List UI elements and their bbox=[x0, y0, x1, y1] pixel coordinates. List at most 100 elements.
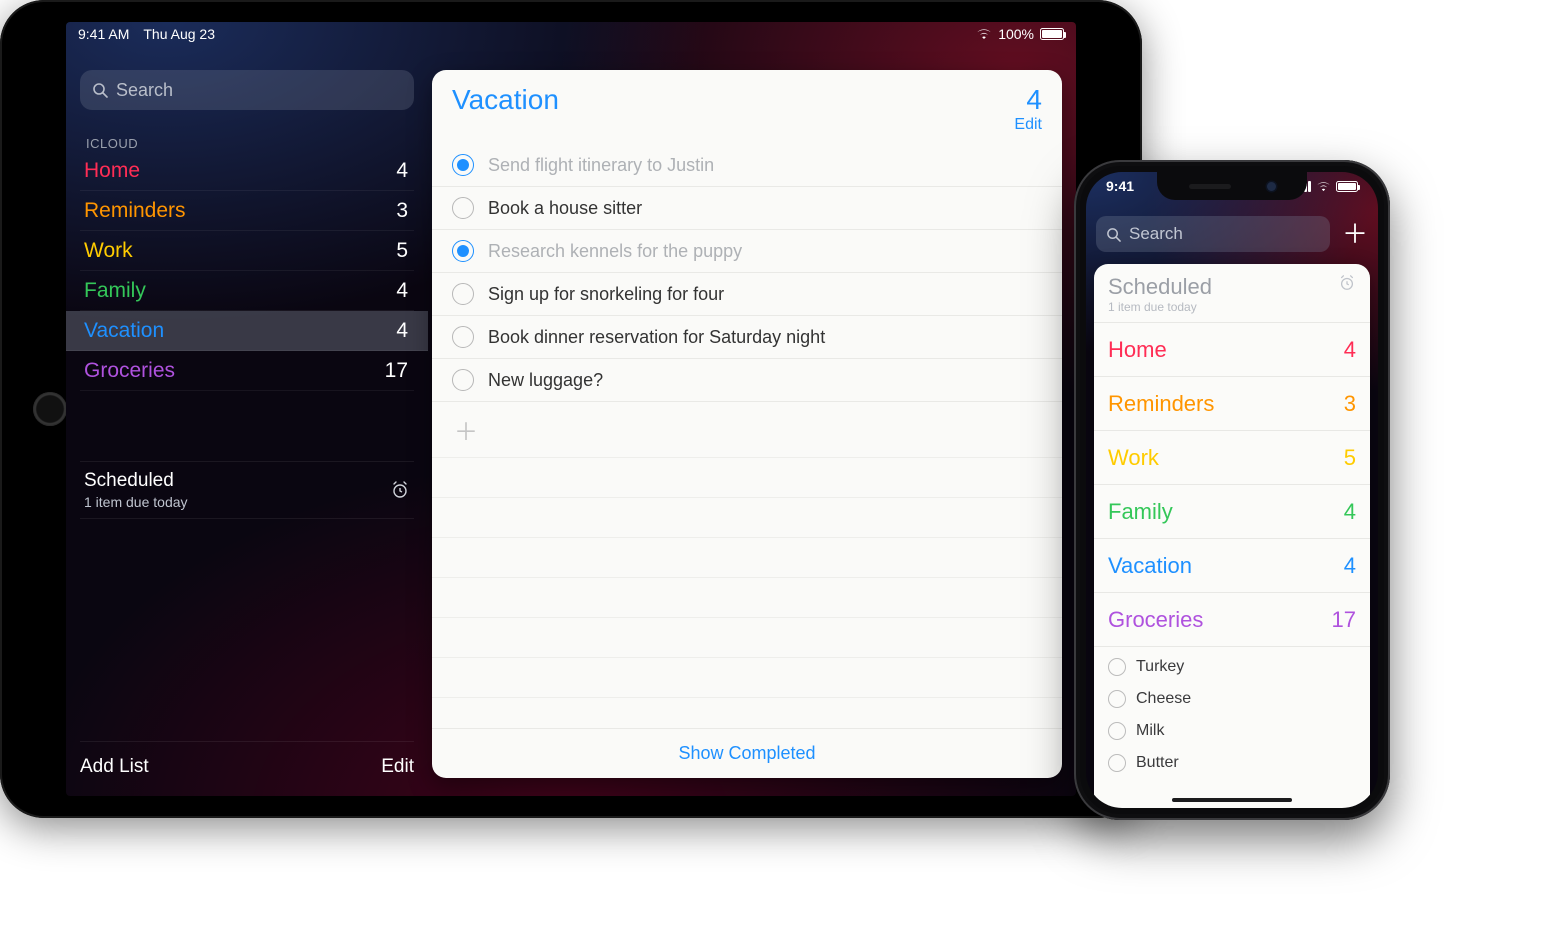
task-row[interactable]: Research kennels for the puppy bbox=[432, 230, 1062, 273]
sidebar-item-work[interactable]: Work5 bbox=[80, 231, 414, 271]
detail-edit-button[interactable]: Edit bbox=[1014, 116, 1042, 134]
show-completed-button[interactable]: Show Completed bbox=[432, 728, 1062, 778]
task-row[interactable]: Book a house sitter bbox=[432, 187, 1062, 230]
reminder-item[interactable]: Milk bbox=[1094, 715, 1370, 747]
list-name: Home bbox=[1108, 337, 1167, 363]
battery-icon bbox=[1336, 181, 1358, 192]
scheduled-title: Scheduled bbox=[1108, 274, 1212, 300]
list-item-reminders[interactable]: Reminders 3 bbox=[1094, 377, 1370, 431]
list-name: Groceries bbox=[84, 359, 175, 383]
ipad-battery-pct: 100% bbox=[998, 26, 1034, 42]
ipad-device: 9:41 AM Thu Aug 23 100% Search ICLOUD Ho… bbox=[0, 0, 1142, 818]
task-radio-icon[interactable] bbox=[452, 154, 474, 176]
reminder-text: Cheese bbox=[1136, 690, 1191, 708]
add-list-button[interactable]: Add List bbox=[80, 756, 149, 778]
sidebar-item-family[interactable]: Family 4 bbox=[80, 271, 414, 311]
task-text: Book dinner reservation for Saturday nig… bbox=[488, 327, 825, 348]
list-item-family[interactable]: Family 4 bbox=[1094, 485, 1370, 539]
scheduled-row[interactable]: Scheduled 1 item due today bbox=[80, 461, 414, 519]
task-text: Research kennels for the puppy bbox=[488, 241, 742, 262]
task-row[interactable]: Sign up for snorkeling for four bbox=[432, 273, 1062, 316]
list-count: 4 bbox=[1344, 337, 1356, 363]
list-name: Groceries bbox=[1108, 607, 1203, 633]
list-count: 4 bbox=[396, 319, 408, 343]
task-text: New luggage? bbox=[488, 370, 603, 391]
list-count: 17 bbox=[1332, 607, 1356, 633]
ipad-home-button[interactable] bbox=[33, 392, 67, 426]
reminder-text: Butter bbox=[1136, 754, 1179, 772]
list-count: 4 bbox=[1344, 553, 1356, 579]
home-indicator[interactable] bbox=[1172, 798, 1292, 802]
ipad-sidebar: Search ICLOUD Home4Reminders3Work5Family… bbox=[80, 70, 414, 519]
task-row[interactable]: Send flight itinerary to Justin bbox=[432, 144, 1062, 187]
task-radio-icon[interactable] bbox=[452, 283, 474, 305]
search-placeholder: Search bbox=[116, 80, 173, 101]
list-count: 3 bbox=[396, 199, 408, 223]
search-input[interactable]: Search bbox=[80, 70, 414, 110]
search-input[interactable]: Search bbox=[1096, 216, 1330, 252]
edit-lists-button[interactable]: Edit bbox=[381, 756, 414, 778]
task-radio-icon[interactable] bbox=[452, 326, 474, 348]
list-item-vacation[interactable]: Vacation 4 bbox=[1094, 539, 1370, 593]
task-radio-icon[interactable] bbox=[1108, 690, 1126, 708]
sidebar-item-home[interactable]: Home 4 bbox=[80, 151, 414, 191]
ipad-screen: 9:41 AM Thu Aug 23 100% Search ICLOUD Ho… bbox=[66, 22, 1076, 796]
detail-title: Vacation bbox=[452, 84, 559, 116]
scheduled-title: Scheduled bbox=[84, 470, 188, 492]
reminder-text: Turkey bbox=[1136, 658, 1184, 676]
search-icon bbox=[92, 82, 108, 98]
list-name: Family bbox=[1108, 499, 1173, 525]
search-icon bbox=[1106, 227, 1121, 242]
iphone-screen: 9:41 Search ＋ Sch bbox=[1086, 172, 1378, 808]
ipad-status-bar: 9:41 AM Thu Aug 23 100% bbox=[66, 22, 1076, 46]
task-radio-icon[interactable] bbox=[1108, 754, 1126, 772]
list-count: 3 bbox=[1344, 391, 1356, 417]
sidebar-item-vacation[interactable]: Vacation 4 bbox=[66, 311, 428, 351]
list-count: 4 bbox=[1344, 499, 1356, 525]
list-name: Work bbox=[1108, 445, 1159, 471]
add-button[interactable]: ＋ bbox=[1342, 221, 1368, 247]
battery-icon bbox=[1040, 28, 1064, 40]
iphone-status-time: 9:41 bbox=[1106, 178, 1134, 194]
task-row[interactable]: New luggage? bbox=[432, 359, 1062, 402]
list-name: Reminders bbox=[84, 199, 186, 223]
ipad-status-date: Thu Aug 23 bbox=[143, 26, 215, 42]
scheduled-subtitle: 1 item due today bbox=[84, 494, 188, 510]
list-count: 4 bbox=[396, 279, 408, 303]
task-radio-icon[interactable] bbox=[452, 369, 474, 391]
sidebar-section-label: ICLOUD bbox=[80, 136, 414, 151]
list-name: Home bbox=[84, 159, 140, 183]
iphone-device: 9:41 Search ＋ Sch bbox=[1074, 160, 1390, 820]
task-radio-icon[interactable] bbox=[1108, 722, 1126, 740]
task-radio-icon[interactable] bbox=[1108, 658, 1126, 676]
task-radio-icon[interactable] bbox=[452, 240, 474, 262]
list-count: 4 bbox=[396, 159, 408, 183]
reminder-item[interactable]: Turkey bbox=[1094, 651, 1370, 683]
list-name: Vacation bbox=[1108, 553, 1192, 579]
scheduled-subtitle: 1 item due today bbox=[1108, 300, 1212, 314]
wifi-icon bbox=[1316, 181, 1331, 192]
task-text: Sign up for snorkeling for four bbox=[488, 284, 724, 305]
list-item-home[interactable]: Home 4 bbox=[1094, 323, 1370, 377]
list-item-groceries[interactable]: Groceries 17 bbox=[1094, 593, 1370, 647]
reminder-item[interactable]: Butter bbox=[1094, 747, 1370, 779]
list-name: Work bbox=[84, 239, 133, 263]
ipad-status-time: 9:41 AM bbox=[78, 26, 129, 42]
sidebar-item-reminders[interactable]: Reminders 3 bbox=[80, 191, 414, 231]
list-name: Family bbox=[84, 279, 146, 303]
list-name: Vacation bbox=[84, 319, 164, 343]
iphone-lists-card: Scheduled 1 item due today Home 4 Reminder… bbox=[1094, 264, 1370, 808]
task-row[interactable]: Book dinner reservation for Saturday nig… bbox=[432, 316, 1062, 359]
detail-panel: Vacation 4 Edit Send flight itinerary to… bbox=[432, 70, 1062, 778]
wifi-icon bbox=[976, 28, 992, 40]
add-task-button[interactable]: ＋ bbox=[432, 402, 1062, 458]
detail-count: 4 bbox=[1014, 84, 1042, 116]
list-count: 5 bbox=[1344, 445, 1356, 471]
list-name: Reminders bbox=[1108, 391, 1214, 417]
reminder-item[interactable]: Cheese bbox=[1094, 683, 1370, 715]
search-placeholder: Search bbox=[1129, 224, 1183, 244]
scheduled-row[interactable]: Scheduled 1 item due today bbox=[1094, 264, 1370, 323]
list-item-work[interactable]: Work 5 bbox=[1094, 431, 1370, 485]
task-radio-icon[interactable] bbox=[452, 197, 474, 219]
sidebar-item-groceries[interactable]: Groceries17 bbox=[80, 351, 414, 391]
